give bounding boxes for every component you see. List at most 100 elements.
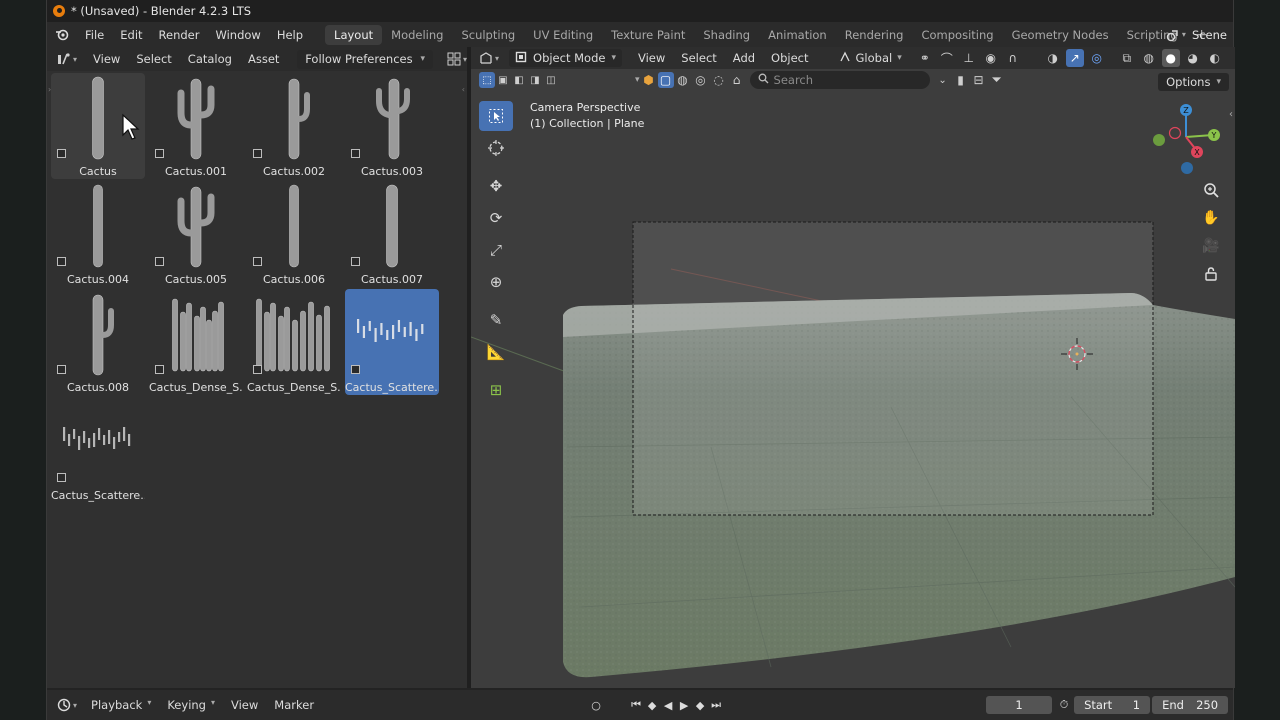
visibility-icon[interactable]: ◑: [1044, 49, 1062, 67]
play-reverse-icon[interactable]: ◀: [660, 696, 676, 714]
asset-tile[interactable]: Cactus.003: [345, 73, 439, 179]
tab-sculpting[interactable]: Sculpting: [452, 25, 524, 45]
timeline-menu-playback[interactable]: Playback ▾: [83, 698, 159, 712]
material-shading-icon[interactable]: ◕: [1184, 49, 1202, 67]
asset-tile[interactable]: Cactus_Scattere...: [51, 397, 145, 503]
options-dropdown[interactable]: Options ▾: [1158, 73, 1229, 91]
timeline-menu-marker[interactable]: Marker: [266, 698, 322, 712]
tab-layout[interactable]: Layout: [325, 24, 383, 45]
empty-filter-icon[interactable]: ◌: [710, 71, 728, 89]
transform-orientation-dropdown[interactable]: Global ▾: [833, 49, 908, 67]
scene-selector-icon[interactable]: ▾: [1166, 28, 1186, 42]
next-keyframe-icon[interactable]: ◆: [692, 696, 708, 714]
menu-edit[interactable]: Edit: [112, 22, 150, 47]
transform-tool-icon[interactable]: ⊕: [479, 267, 513, 297]
solid-shading-icon[interactable]: ●: [1161, 49, 1180, 67]
menu-window[interactable]: Window: [207, 22, 268, 47]
viewport-menu-select[interactable]: Select: [675, 49, 722, 67]
tab-shading[interactable]: Shading: [694, 25, 759, 45]
light-filter-icon[interactable]: ◍: [674, 71, 692, 89]
menu-help[interactable]: Help: [269, 22, 311, 47]
filter-funnel-icon[interactable]: ⏷: [988, 71, 1006, 89]
proportional-editing-icon[interactable]: ◉: [982, 49, 1000, 67]
asset-tile[interactable]: Cactus.004: [51, 181, 145, 287]
asset-tile[interactable]: Cactus.007: [345, 181, 439, 287]
viewport-search-input[interactable]: Search: [749, 71, 930, 89]
gizmo-toggle-icon[interactable]: ↗: [1065, 49, 1084, 67]
prev-keyframe-icon[interactable]: ◆: [644, 696, 660, 714]
asset-menu-asset[interactable]: Asset: [240, 52, 287, 66]
timeline-menu-keying[interactable]: Keying ▾: [159, 698, 223, 712]
asset-tile[interactable]: Cactus_Dense_S...: [149, 289, 243, 395]
end-frame-field[interactable]: End 250: [1152, 696, 1229, 714]
stopwatch-icon[interactable]: ⏱: [1056, 696, 1072, 714]
sort-icon[interactable]: ⊟: [970, 71, 988, 89]
viewport-editor-type-icon[interactable]: ▾: [479, 51, 499, 65]
asset-menu-select[interactable]: Select: [128, 52, 179, 66]
falloff-icon[interactable]: ∩: [1004, 49, 1022, 67]
current-frame-field[interactable]: 1: [986, 696, 1053, 714]
asset-menu-view[interactable]: View: [85, 52, 128, 66]
timeline-menu-view[interactable]: View: [223, 698, 266, 712]
jump-start-icon[interactable]: ⏮: [628, 696, 644, 714]
camera-filter-icon[interactable]: ◎: [692, 71, 710, 89]
asset-library-dropdown[interactable]: Follow Preferences ▾: [297, 49, 433, 69]
tab-texture-paint[interactable]: Texture Paint: [602, 25, 694, 45]
asset-tile[interactable]: Cactus.001: [149, 73, 243, 179]
mode-dropdown[interactable]: Object Mode ▾: [509, 49, 622, 67]
auto-keying-icon[interactable]: ○: [588, 696, 604, 714]
display-mode-icon[interactable]: ▾: [447, 52, 467, 66]
lock-icon[interactable]: [1199, 261, 1223, 287]
add-cube-tool-icon[interactable]: ⊞: [479, 375, 513, 405]
pivot-point-icon[interactable]: ⚭: [916, 49, 934, 67]
editor-type-icon[interactable]: ▾: [47, 52, 85, 66]
3d-viewport[interactable]: ▾ Object Mode ▾ View Select Add Object G…: [471, 47, 1235, 688]
tab-modeling[interactable]: Modeling: [382, 25, 452, 45]
snap-icon[interactable]: ⌒: [938, 49, 956, 67]
viewport-menu-view[interactable]: View: [632, 49, 671, 67]
rendered-shading-icon[interactable]: ◐: [1206, 49, 1224, 67]
annotate-tool-icon[interactable]: ✎: [479, 305, 513, 335]
tab-rendering[interactable]: Rendering: [836, 25, 913, 45]
cursor-tool-icon[interactable]: [479, 133, 513, 163]
tab-animation[interactable]: Animation: [759, 25, 836, 45]
asset-tile[interactable]: Cactus_Dense_S...: [247, 289, 341, 395]
select-box-icon[interactable]: ⬚: [479, 72, 495, 88]
measure-tool-icon[interactable]: 📐: [479, 337, 513, 367]
scale-tool-icon[interactable]: ⤢: [479, 235, 513, 265]
wireframe-shading-icon[interactable]: ◍: [1140, 49, 1158, 67]
asset-tile[interactable]: Cactus_Scattere...: [345, 289, 439, 395]
timeline-editor-icon[interactable]: ▾: [47, 698, 83, 712]
asset-tile[interactable]: Cactus.008: [51, 289, 145, 395]
asset-tile[interactable]: Cactus.002: [247, 73, 341, 179]
rotate-tool-icon[interactable]: ⟳: [479, 203, 513, 233]
asset-tile[interactable]: Cactus.005: [149, 181, 243, 287]
zoom-icon[interactable]: [1199, 177, 1223, 203]
select-invert-icon[interactable]: ◨: [527, 72, 543, 88]
xray-toggle-icon[interactable]: ⧉: [1118, 49, 1136, 67]
select-tool-icon[interactable]: [479, 101, 513, 131]
expand-icon[interactable]: ⌄: [934, 71, 952, 89]
bookmark-icon[interactable]: ▮: [952, 71, 970, 89]
tab-geometry-nodes[interactable]: Geometry Nodes: [1003, 25, 1118, 45]
menu-render[interactable]: Render: [151, 22, 208, 47]
menu-file[interactable]: File: [77, 22, 112, 47]
snap-target-icon[interactable]: ⊥: [960, 49, 978, 67]
play-icon[interactable]: ▶: [676, 696, 692, 714]
mesh-filter-icon[interactable]: ▢: [657, 72, 674, 88]
filter-dropdown-icon[interactable]: ▾: [635, 75, 640, 85]
move-tool-icon[interactable]: ✥: [479, 171, 513, 201]
navigation-gizmo[interactable]: Z Y X: [1141, 99, 1231, 189]
tab-uv-editing[interactable]: UV Editing: [524, 25, 602, 45]
asset-tile[interactable]: Cactus.006: [247, 181, 341, 287]
sidebar-toggle-icon[interactable]: ‹: [1229, 109, 1233, 120]
viewport-menu-add[interactable]: Add: [727, 49, 761, 67]
select-intersect-icon[interactable]: ◫: [543, 72, 559, 88]
select-subtract-icon[interactable]: ◧: [511, 72, 527, 88]
other-filter-icon[interactable]: ⌂: [728, 71, 746, 89]
camera-view-icon[interactable]: 🎥: [1199, 233, 1223, 259]
jump-end-icon[interactable]: ⏭: [708, 696, 724, 714]
pan-hand-icon[interactable]: ✋: [1199, 205, 1223, 231]
tab-compositing[interactable]: Compositing: [912, 25, 1002, 45]
right-collapse-icon[interactable]: ‹: [462, 85, 465, 94]
